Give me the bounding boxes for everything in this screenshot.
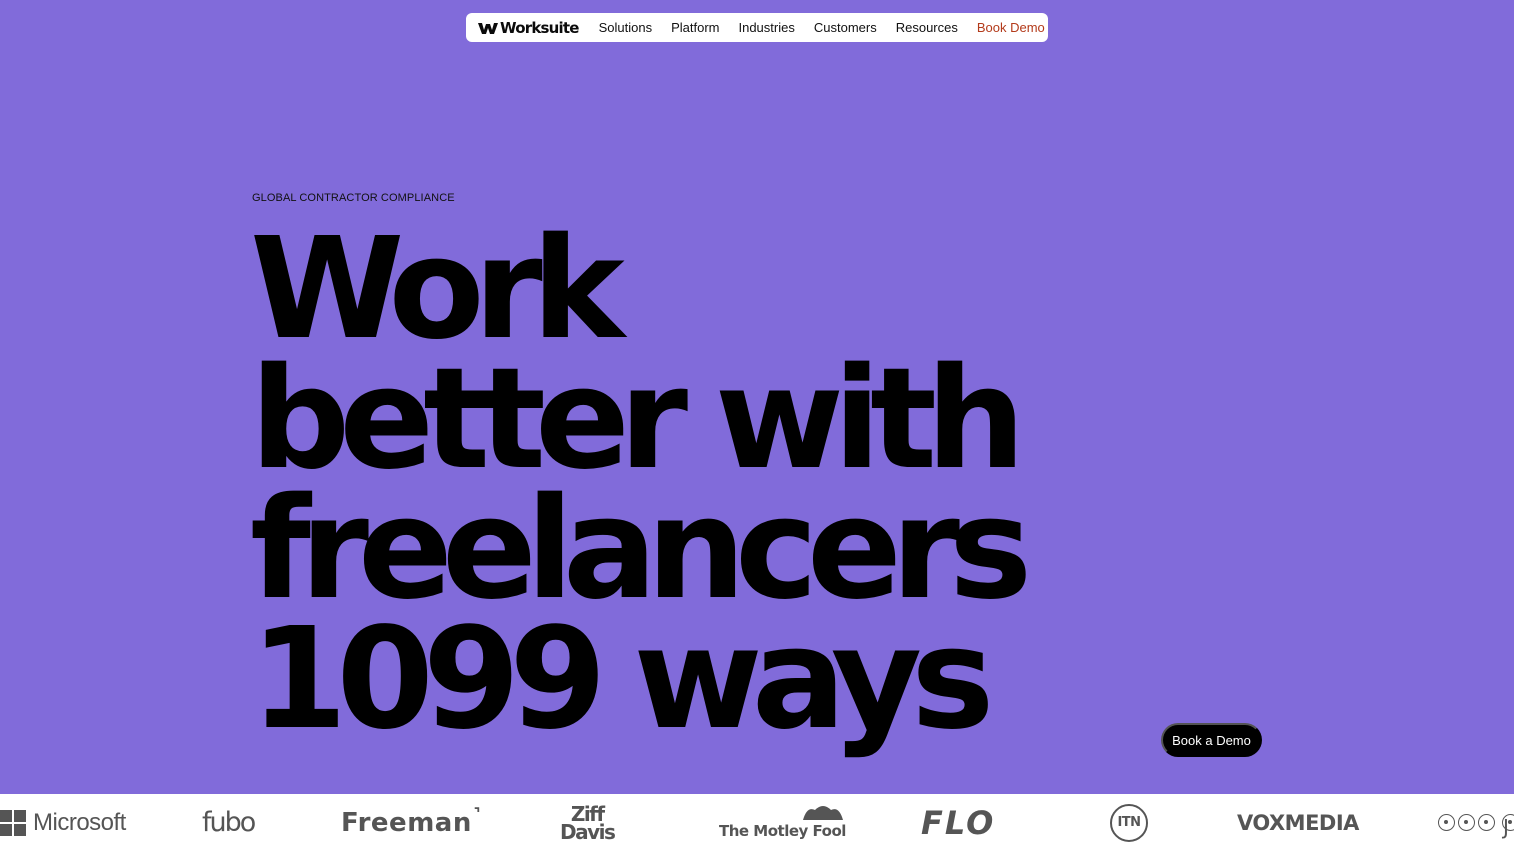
partial-logo: J — [1438, 794, 1514, 851]
freeman-logo: Freeman ⌝ — [341, 794, 481, 851]
ziff-davis-logo: Ziff Davis — [560, 794, 616, 851]
nav-customers[interactable]: Customers — [814, 20, 877, 35]
jester-hat-icon — [803, 806, 843, 820]
davis-text: Davis — [560, 819, 616, 844]
itn-logo: ITN — [1110, 794, 1148, 851]
circle-icon — [1478, 814, 1495, 831]
hero-headline: Work better with freelancers 1099 ways — [250, 208, 1032, 761]
motley-fool-text: The Motley Fool — [719, 821, 846, 840]
microsoft-logo: Microsoft — [0, 794, 126, 851]
headline-line-3: freelancers — [250, 468, 1032, 631]
headline-line-2: better with — [250, 338, 1026, 501]
freeman-mark-icon: ⌝ — [473, 806, 481, 822]
nav-solutions[interactable]: Solutions — [599, 20, 652, 35]
partial-logo-text: J — [1502, 814, 1514, 839]
logo-text: Worksuite — [500, 18, 579, 37]
headline-line-4: 1099 ways — [250, 598, 994, 761]
nav-industries[interactable]: Industries — [738, 20, 794, 35]
circle-icon — [1458, 814, 1475, 831]
page: Worksuite Solutions Platform Industries … — [0, 0, 1514, 851]
nav-resources[interactable]: Resources — [896, 20, 958, 35]
circle-icon — [1438, 814, 1455, 831]
nav-platform[interactable]: Platform — [671, 20, 719, 35]
fubo-logo: fubo — [202, 807, 256, 838]
nav-book-demo[interactable]: Book Demo — [977, 20, 1045, 35]
top-nav: Worksuite Solutions Platform Industries … — [466, 13, 1048, 42]
worksuite-logo-icon — [478, 22, 498, 34]
hero-eyebrow: GLOBAL CONTRACTOR COMPLIANCE — [252, 192, 455, 204]
worksuite-logo[interactable]: Worksuite — [478, 19, 579, 37]
vox-media-logo: VOXMEDIA — [1237, 810, 1359, 835]
motley-fool-logo: The Motley Fool — [719, 794, 846, 851]
book-a-demo-button[interactable]: Book a Demo — [1161, 723, 1262, 757]
headline-line-1: Work — [250, 208, 625, 371]
flo-logo: FLO — [921, 803, 996, 842]
itn-circle: ITN — [1110, 803, 1148, 842]
customer-logo-strip: Microsoft fubo Freeman ⌝ Ziff Davis The … — [0, 794, 1514, 851]
freeman-text: Freeman — [341, 807, 472, 838]
microsoft-grid-icon — [0, 809, 26, 836]
nav-links: Solutions Platform Industries Customers … — [599, 20, 1045, 35]
microsoft-text: Microsoft — [33, 808, 126, 836]
